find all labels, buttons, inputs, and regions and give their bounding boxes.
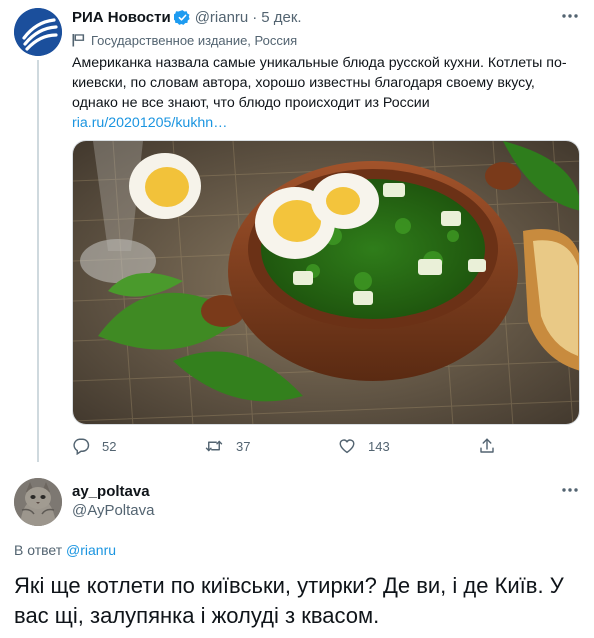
verified-badge-icon: [173, 9, 191, 26]
more-options-button[interactable]: [560, 8, 580, 24]
tweet-photo[interactable]: [72, 140, 580, 425]
tweet-text: Американка назвала самые уникальные блюд…: [72, 55, 567, 111]
reply-button[interactable]: 52: [72, 436, 116, 456]
share-icon: [480, 438, 494, 453]
reply-more-options-button[interactable]: [560, 482, 580, 498]
ria-logo-icon: [14, 8, 62, 56]
tweet-body: Американка назвала самые уникальные блюд…: [72, 53, 572, 133]
heart-icon: [339, 439, 355, 454]
tweet-link[interactable]: ria.ru/20201205/kukhn…: [72, 115, 227, 131]
reply-author-name[interactable]: ay_poltava: [72, 483, 150, 500]
ria-avatar[interactable]: [14, 8, 62, 56]
tweet-actions: 52 37 143: [72, 436, 494, 456]
flag-icon: [72, 34, 85, 47]
reply-to-prefix: В ответ: [14, 542, 63, 558]
reply-to-handle[interactable]: @rianru: [66, 542, 116, 558]
retweet-count: 37: [236, 438, 251, 454]
like-count: 143: [368, 438, 390, 454]
tweet-header: РИА Новости @rianru · 5 дек.: [72, 7, 302, 27]
retweet-icon: [205, 440, 223, 452]
share-button[interactable]: [478, 436, 496, 456]
more-dots-icon: [562, 488, 578, 492]
reply-author-handle[interactable]: @AyPoltava: [72, 502, 155, 519]
separator-dot: ·: [252, 8, 258, 26]
more-dots-icon: [562, 14, 578, 18]
thread-line: [37, 60, 39, 462]
reply-to-line: В ответ @rianru: [14, 542, 116, 558]
cat-avatar-icon: [14, 478, 62, 526]
retweet-button[interactable]: 37: [204, 436, 250, 456]
reply-avatar[interactable]: [14, 478, 62, 526]
state-media-label[interactable]: Государственное издание, Россия: [72, 31, 297, 49]
tweet-date[interactable]: 5 дек.: [261, 9, 301, 26]
reply-text: Які ще котлети по київськи, утирки? Де в…: [14, 573, 564, 628]
author-handle[interactable]: @rianru: [195, 9, 249, 26]
reply-count: 52: [102, 438, 117, 454]
state-media-label-text: Государственное издание, Россия: [91, 32, 298, 48]
like-button[interactable]: 143: [338, 436, 390, 456]
reply-icon: [73, 438, 90, 455]
author-name[interactable]: РИА Новости: [72, 9, 171, 26]
photo-sorrel-soup-icon: [73, 141, 579, 424]
